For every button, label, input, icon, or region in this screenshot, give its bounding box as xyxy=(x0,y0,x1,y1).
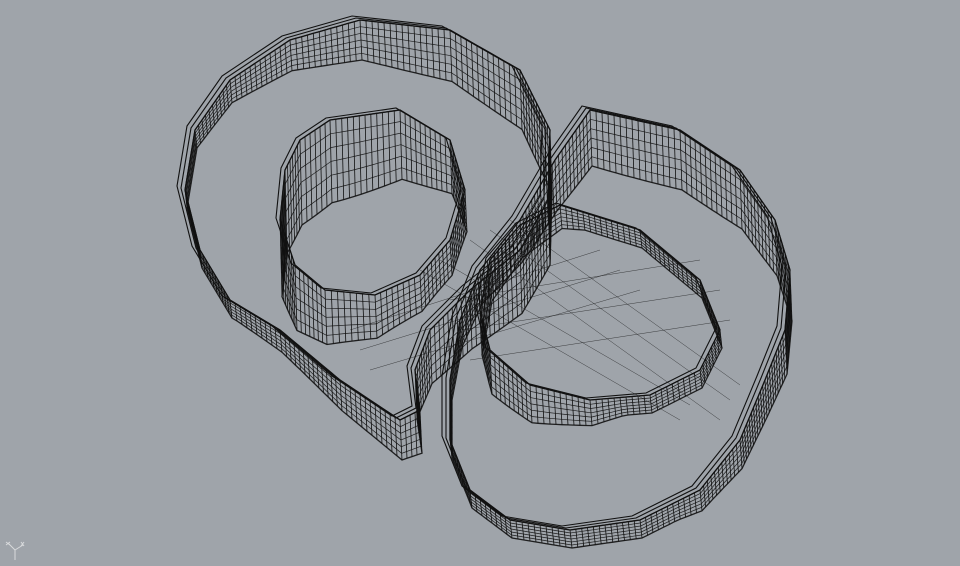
world-axes-icon xyxy=(5,541,25,560)
3d-viewport[interactable] xyxy=(0,0,960,566)
wireframe-scene xyxy=(0,0,960,566)
